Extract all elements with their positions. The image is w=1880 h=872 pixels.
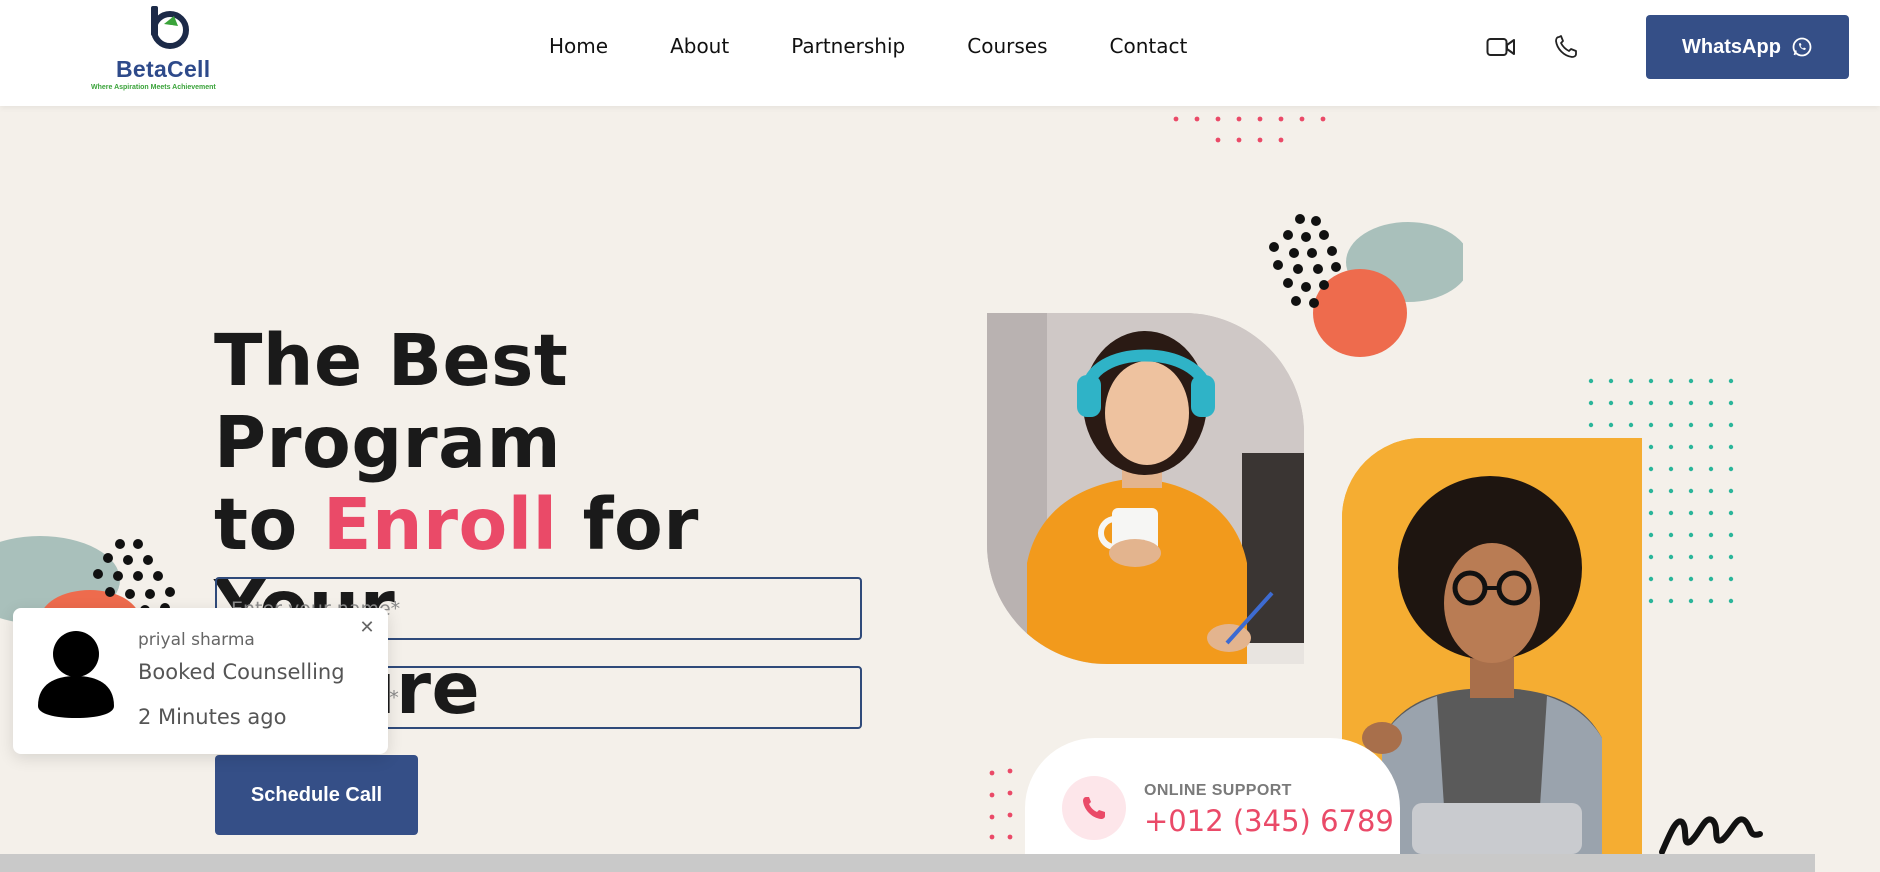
nav-partnership[interactable]: Partnership <box>791 34 905 58</box>
brand-name: BetaCell <box>116 56 211 82</box>
nav-home[interactable]: Home <box>549 34 608 58</box>
online-support-card[interactable]: ONLINE SUPPORT +012 (345) 6789 <box>1025 738 1400 872</box>
nav-contact[interactable]: Contact <box>1110 34 1188 58</box>
close-icon[interactable]: ✕ <box>357 618 377 638</box>
nav-courses[interactable]: Courses <box>967 34 1047 58</box>
notification-name: priyal sharma <box>138 630 255 650</box>
whatsapp-button[interactable]: WhatsApp <box>1646 15 1849 79</box>
hero-title-line1: The Best Program <box>214 319 569 484</box>
video-camera-icon[interactable] <box>1486 34 1516 60</box>
student-photo-headphones <box>987 313 1304 664</box>
phone-icon <box>1083 797 1105 819</box>
decorative-dots-pink-bottom <box>989 768 1013 840</box>
notification-time: 2 Minutes ago <box>138 705 287 729</box>
brand-logo[interactable]: BetaCell Where Aspiration Meets Achievem… <box>88 4 258 96</box>
support-phone-number[interactable]: +012 (345) 6789 <box>1144 804 1394 838</box>
hero-title-line2-prefix: to <box>214 483 323 566</box>
notification-action: Booked Counselling <box>138 660 345 684</box>
decorative-dots-pink-top <box>1173 116 1326 143</box>
logo-mark-icon <box>151 6 189 49</box>
hero-title-accent: Enroll <box>322 483 558 566</box>
main-nav: Home About Partnership Courses Contact <box>549 34 1249 58</box>
booking-notification: priyal sharma Booked Counselling 2 Minut… <box>13 608 388 754</box>
whatsapp-icon <box>1792 37 1812 57</box>
support-phone-badge <box>1062 776 1126 840</box>
phone-icon[interactable] <box>1553 34 1583 60</box>
schedule-call-button[interactable]: Schedule Call <box>215 755 418 835</box>
site-header: BetaCell Where Aspiration Meets Achievem… <box>0 0 1880 106</box>
nav-about[interactable]: About <box>670 34 729 58</box>
decorative-scribble <box>1659 816 1763 855</box>
brand-tagline: Where Aspiration Meets Achievement <box>91 84 216 91</box>
support-label: ONLINE SUPPORT <box>1144 782 1292 799</box>
decorative-blob-cluster <box>1269 214 1463 357</box>
user-avatar-icon <box>38 631 114 718</box>
whatsapp-label: WhatsApp <box>1682 35 1781 58</box>
horizontal-scrollbar[interactable] <box>0 854 1815 872</box>
